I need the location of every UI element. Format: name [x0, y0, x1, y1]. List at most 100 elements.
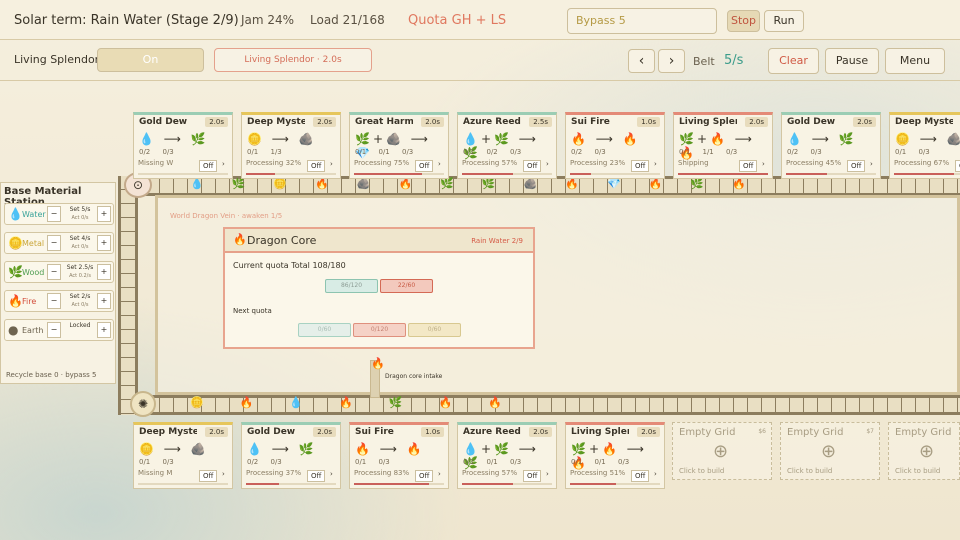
- machine-progress: [354, 173, 444, 175]
- machine-card[interactable]: Deep Mystery 2.0s 🪙 ⟶ 🪨 0/1 0/3 Processi…: [889, 112, 960, 179]
- machine-expand-icon[interactable]: ›: [762, 160, 765, 168]
- machine-rate: 2.0s: [313, 117, 336, 127]
- element-name: Metal: [22, 239, 45, 248]
- machine-off-toggle[interactable]: Off: [955, 160, 960, 172]
- output-count: 1/3: [270, 148, 282, 156]
- machine-status: Missing W: [138, 159, 174, 167]
- increase-button[interactable]: +: [97, 322, 111, 338]
- element-name: Fire: [22, 297, 37, 306]
- toggle-on-button[interactable]: On: [97, 48, 204, 72]
- machine-expand-icon[interactable]: ›: [438, 470, 441, 478]
- machine-off-toggle[interactable]: Off: [739, 160, 758, 172]
- machine-progress: [138, 483, 228, 485]
- machine-card[interactable]: Gold Dew 2.0s 💧 ⟶ 🌿 0/2 0/3 Missing W Of…: [133, 112, 233, 179]
- machine-recipe-icons: 💧 ⟶ 🌿: [787, 132, 857, 146]
- increase-button[interactable]: +: [97, 206, 111, 222]
- decrease-button[interactable]: −: [47, 206, 61, 222]
- machine-off-toggle[interactable]: Off: [307, 470, 326, 482]
- machine-expand-icon[interactable]: ›: [222, 470, 225, 478]
- element-act: Act 0/s: [71, 215, 89, 221]
- element-act: Act 0.2/s: [69, 273, 91, 279]
- machine-rate: 2.0s: [637, 427, 660, 437]
- machine-recipe-icons: 💧+🌿 ⟶ 🌿: [463, 132, 539, 160]
- machine-rate: 2.0s: [745, 117, 768, 127]
- machine-rate: 2.0s: [205, 117, 228, 127]
- machine-card[interactable]: Azure Reed 2.0s 💧+🌿 ⟶ 🌿 0/1 0/1 0/3 Proc…: [457, 422, 557, 489]
- machine-card[interactable]: Gold Dew 2.0s 💧 ⟶ 🌿 0/2 0/3 Processing 3…: [241, 422, 341, 489]
- empty-grid-3[interactable]: Empty Grid ⊕ Click to build: [888, 422, 960, 480]
- empty-grid-hint: Click to build: [679, 467, 725, 475]
- increase-button[interactable]: +: [97, 293, 111, 309]
- machine-card[interactable]: Sui Fire 1.0s 🔥 ⟶ 🔥 0/2 0/3 Processing 2…: [565, 112, 665, 179]
- dragon-core-panel[interactable]: 🔥 Dragon Core Rain Water 2/9 Current quo…: [223, 227, 535, 349]
- machine-off-toggle[interactable]: Off: [415, 470, 434, 482]
- machine-off-toggle[interactable]: Off: [631, 470, 650, 482]
- output-count: 0/3: [510, 148, 522, 156]
- decrease-button[interactable]: −: [47, 235, 61, 251]
- machine-off-toggle[interactable]: Off: [199, 470, 218, 482]
- machine-rate: 2.0s: [529, 427, 552, 437]
- run-button[interactable]: Run: [764, 10, 804, 32]
- empty-grid-2[interactable]: Empty Grid $7 ⊕ Click to build: [780, 422, 880, 480]
- machine-progress: [570, 173, 660, 175]
- machine-card[interactable]: Sui Fire 1.0s 🔥 ⟶ 🔥 0/1 0/3 Processing 8…: [349, 422, 449, 489]
- machine-expand-icon[interactable]: ›: [222, 160, 225, 168]
- machine-expand-icon[interactable]: ›: [438, 160, 441, 168]
- machine-card[interactable]: Deep Mystery 2.0s 🪙 ⟶ 🪨 0/1 1/3 Processi…: [241, 112, 341, 179]
- machine-expand-icon[interactable]: ›: [546, 470, 549, 478]
- quota-stat: Quota GH + LS: [408, 13, 507, 28]
- output-count: 0/3: [618, 458, 630, 466]
- solar-term-title: Solar term: Rain Water (Stage 2/9): [14, 13, 239, 28]
- machine-off-toggle[interactable]: Off: [523, 160, 542, 172]
- core-fire-icon: 🔥: [233, 233, 247, 246]
- output-count: 0/3: [378, 458, 390, 466]
- machine-card[interactable]: Gold Dew 2.0s 💧 ⟶ 🌿 0/2 0/3 Processing 4…: [781, 112, 881, 179]
- machine-status: Processing 57%: [462, 159, 518, 167]
- machine-off-toggle[interactable]: Off: [631, 160, 650, 172]
- prev-button[interactable]: ‹: [628, 49, 655, 73]
- decrease-button[interactable]: −: [47, 293, 61, 309]
- machine-off-toggle[interactable]: Off: [307, 160, 326, 172]
- machine-off-toggle[interactable]: Off: [199, 160, 218, 172]
- machine-expand-icon[interactable]: ›: [330, 470, 333, 478]
- decrease-button[interactable]: −: [47, 264, 61, 280]
- increase-button[interactable]: +: [97, 235, 111, 251]
- machine-expand-icon[interactable]: ›: [654, 160, 657, 168]
- clear-button[interactable]: Clear: [768, 48, 819, 74]
- menu-button[interactable]: Menu: [885, 48, 945, 74]
- belt-label: Belt: [693, 55, 715, 68]
- element-set: Set 4/s: [69, 235, 91, 242]
- empty-grid-1[interactable]: Empty Grid $6 ⊕ Click to build: [672, 422, 772, 480]
- machine-expand-icon[interactable]: ›: [654, 470, 657, 478]
- machine-recipe-icons: 🪙 ⟶ 🪨: [139, 442, 209, 456]
- increase-button[interactable]: +: [97, 264, 111, 280]
- station-row-fire: 🔥 Fire − Set 2/s Act 0/s +: [4, 290, 114, 312]
- intake-label: Dragon core intake: [385, 373, 443, 380]
- decrease-button[interactable]: −: [47, 322, 61, 338]
- machine-card[interactable]: Deep Mystery 2.0s 🪙 ⟶ 🪨 0/1 0/3 Missing …: [133, 422, 233, 489]
- machine-card[interactable]: Azure Reed 2.5s 💧+🌿 ⟶ 🌿 0/1 0/2 0/3 Proc…: [457, 112, 557, 179]
- input-count: 0/1: [139, 458, 151, 466]
- machine-recipe-icons: 🌿+🪨 ⟶ 💎: [355, 132, 431, 160]
- empty-grid-label: Empty Grid: [679, 427, 736, 438]
- output-count: 0/3: [162, 458, 174, 466]
- machine-name: Deep Mystery: [247, 117, 305, 127]
- machine-expand-icon[interactable]: ›: [330, 160, 333, 168]
- machine-expand-icon[interactable]: ›: [870, 160, 873, 168]
- machine-off-toggle[interactable]: Off: [847, 160, 866, 172]
- machine-card[interactable]: Great Harmon 2.0s 🌿+🪨 ⟶ 💎 0/1 0/1 0/3 Pr…: [349, 112, 449, 179]
- machine-off-toggle[interactable]: Off: [415, 160, 434, 172]
- pause-button[interactable]: Pause: [825, 48, 879, 74]
- machine-expand-icon[interactable]: ›: [546, 160, 549, 168]
- machine-name: Azure Reed: [463, 117, 521, 127]
- machine-off-toggle[interactable]: Off: [523, 470, 542, 482]
- machine-progress: [462, 483, 552, 485]
- machine-progress: [246, 173, 336, 175]
- input-count: 0/1 0/1: [463, 458, 498, 466]
- machine-card[interactable]: Living Splendo 2.0s 🌿+🔥 ⟶ 🔥 0/1 1/1 0/3 …: [673, 112, 773, 179]
- machine-card[interactable]: Living Splendo 2.0s 🌿+🔥 ⟶ 🔥 0/1 0/1 0/3 …: [565, 422, 665, 489]
- machine-name: Living Splendo: [571, 427, 629, 437]
- stop-button[interactable]: Stop: [727, 10, 760, 32]
- machine-recipe-icons: 🌿+🔥 ⟶ 🔥: [571, 442, 647, 470]
- next-button[interactable]: ›: [658, 49, 685, 73]
